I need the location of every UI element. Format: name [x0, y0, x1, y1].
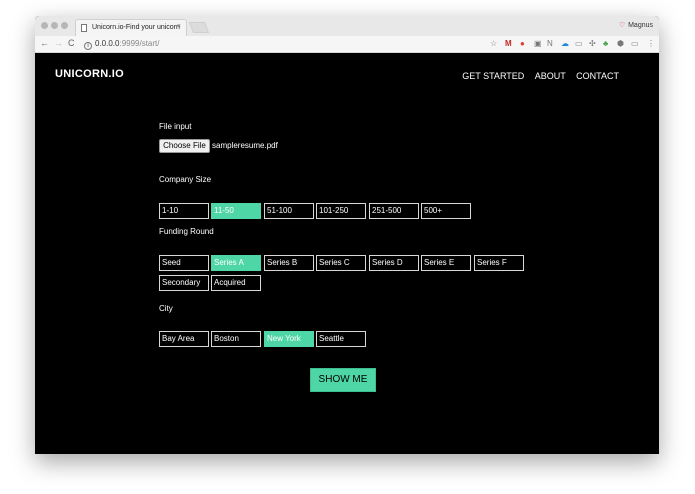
browser-toolbar: ← → C i 0.0.0.0:9999/start/ ☆ M ● ▣ N ☁ ▭…	[35, 36, 659, 53]
profile-icon: ♡	[618, 22, 626, 29]
company-size-option[interactable]: 51-100	[264, 203, 314, 219]
minimize-window-icon[interactable]	[51, 22, 58, 29]
company-size-option[interactable]: 1-10	[159, 203, 209, 219]
company-size-label: Company Size	[159, 175, 212, 184]
city-label: City	[159, 304, 173, 313]
extension-sparkle-icon[interactable]: ✣	[589, 39, 596, 48]
new-tab-button[interactable]	[188, 22, 210, 33]
tab-title: Unicorn.io-Find your unicorn	[92, 24, 180, 31]
extension-cloud-icon[interactable]: ☁	[561, 39, 569, 48]
extension-opera-icon[interactable]: ●	[520, 39, 525, 48]
selected-file-name: sampleresume.pdf	[212, 141, 278, 150]
funding-round-option[interactable]: Secondary	[159, 275, 209, 291]
bookmark-star-icon[interactable]: ☆	[490, 39, 497, 48]
browser-window: Unicorn.io-Find your unicorn × ♡ Magnus ←…	[35, 16, 659, 454]
funding-round-option[interactable]: Series B	[264, 255, 314, 271]
close-window-icon[interactable]	[41, 22, 48, 29]
cast-icon[interactable]: ▭	[575, 39, 583, 48]
menu-kebab-icon[interactable]: ⋮	[647, 39, 655, 48]
tab-close-icon[interactable]: ×	[177, 23, 181, 30]
extension-m-icon[interactable]: M	[505, 39, 512, 48]
funding-round-option[interactable]: Series E	[421, 255, 471, 271]
browser-tab[interactable]: Unicorn.io-Find your unicorn ×	[75, 19, 187, 36]
funding-round-option[interactable]: Seed	[159, 255, 209, 271]
funding-round-option[interactable]: Series A	[211, 255, 261, 271]
extension-shield-icon[interactable]: ⬢	[617, 39, 624, 48]
address-bar[interactable]: i 0.0.0.0:9999/start/	[84, 39, 160, 50]
funding-round-option[interactable]: Series D	[369, 255, 419, 271]
maximize-window-icon[interactable]	[61, 22, 68, 29]
city-option[interactable]: Boston	[211, 331, 261, 347]
web-page: UNICORN.IO GET STARTED ABOUT CONTACT Fil…	[35, 53, 659, 454]
url-path: :9999/start/	[119, 39, 160, 48]
profile-button[interactable]: ♡ Magnus	[619, 21, 653, 29]
show-me-button[interactable]: SHOW ME	[310, 368, 376, 392]
back-icon[interactable]: ←	[40, 38, 49, 48]
url-host: 0.0.0.0	[95, 39, 120, 48]
profile-name: Magnus	[628, 22, 653, 29]
city-option[interactable]: New York	[264, 331, 314, 347]
funding-round-option[interactable]: Series C	[316, 255, 366, 271]
company-size-option[interactable]: 500+	[421, 203, 471, 219]
forward-icon[interactable]: →	[54, 38, 63, 48]
extension-n-icon[interactable]: N	[547, 39, 553, 48]
tab-bar: Unicorn.io-Find your unicorn × ♡ Magnus	[35, 16, 659, 36]
company-size-option[interactable]: 11-50	[211, 203, 261, 219]
extension-square-icon[interactable]: ▣	[534, 39, 542, 48]
info-icon[interactable]: i	[84, 42, 92, 50]
funding-round-option[interactable]: Acquired	[211, 275, 261, 291]
city-option[interactable]: Bay Area	[159, 331, 209, 347]
nav-contact[interactable]: CONTACT	[576, 71, 619, 81]
choose-file-button[interactable]: Choose File	[159, 139, 210, 153]
nav-get-started[interactable]: GET STARTED	[462, 71, 524, 81]
reload-icon[interactable]: C	[68, 38, 75, 48]
funding-round-option[interactable]: Series F	[474, 255, 524, 271]
page-icon	[81, 24, 87, 32]
city-option[interactable]: Seattle	[316, 331, 366, 347]
extension-box-icon[interactable]: ▭	[631, 39, 639, 48]
funding-round-label: Funding Round	[159, 227, 214, 236]
extension-leaf-icon[interactable]: ♣	[603, 39, 608, 48]
file-input-label: File input	[159, 122, 192, 131]
company-size-option[interactable]: 251-500	[369, 203, 419, 219]
site-nav: GET STARTED ABOUT CONTACT	[454, 71, 619, 81]
company-size-option[interactable]: 101-250	[316, 203, 366, 219]
site-logo[interactable]: UNICORN.IO	[55, 68, 124, 80]
nav-about[interactable]: ABOUT	[535, 71, 566, 81]
